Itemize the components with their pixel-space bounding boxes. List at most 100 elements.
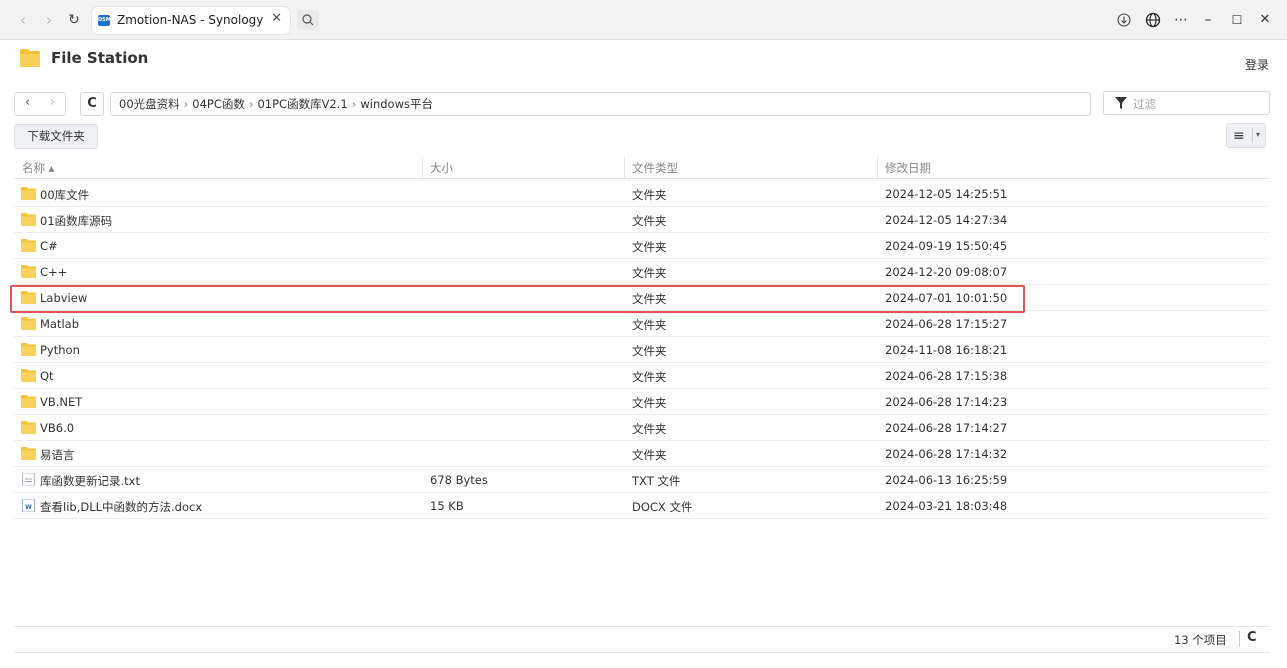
nav-forward-icon[interactable]: › <box>40 95 65 110</box>
folder-icon <box>21 369 36 382</box>
file-type: TXT 文件 <box>632 474 681 488</box>
file-name[interactable]: C++ <box>40 265 67 279</box>
table-row[interactable]: 库函数更新记录.txt 678 Bytes TXT 文件 2024-06-13 16:… <box>14 467 1270 493</box>
filter-placeholder: 过滤 <box>1133 97 1156 111</box>
breadcrumb-chevron-icon: › <box>248 97 254 111</box>
download-icon[interactable] <box>1113 10 1135 30</box>
login-link[interactable]: 登录 <box>1245 56 1269 73</box>
globe-icon[interactable] <box>1142 10 1164 30</box>
modified-date: 2024-07-01 10:01:50 <box>885 291 1008 305</box>
filter-icon <box>1115 97 1127 109</box>
file-size: 678 Bytes <box>430 473 488 487</box>
table-row[interactable]: 01函数库源码 文件夹 2024-12-05 14:27:34 <box>14 207 1270 233</box>
column-header-type[interactable]: 文件类型 <box>632 160 678 176</box>
breadcrumb-item[interactable]: 04PC函数 <box>192 97 245 111</box>
forward-icon[interactable]: › <box>40 11 58 29</box>
reload-icon[interactable]: ↻ <box>65 11 83 29</box>
file-type: 文件夹 <box>632 396 667 410</box>
modified-date: 2024-09-19 15:50:45 <box>885 239 1008 253</box>
tab-title: Zmotion-NAS - Synology N <box>117 13 267 27</box>
file-type: 文件夹 <box>632 292 667 306</box>
file-type: 文件夹 <box>632 240 667 254</box>
modified-date: 2024-06-28 17:14:27 <box>885 421 1008 435</box>
folder-icon <box>21 343 36 356</box>
column-header-name[interactable]: 名称 ▴ <box>22 160 54 176</box>
file-list: 00库文件 文件夹 2024-12-05 14:25:51 01函数库源码 文件夹 202… <box>14 181 1270 519</box>
search-icon <box>302 14 314 26</box>
table-row[interactable]: C++ 文件夹 2024-12-20 09:08:07 <box>14 259 1270 285</box>
download-folder-button[interactable]: 下载文件夹 <box>14 124 98 149</box>
footer-refresh-icon[interactable]: C <box>1247 630 1257 645</box>
file-name[interactable]: VB6.0 <box>40 421 74 435</box>
browser-titlebar: ‹ › ↻ DSM Zmotion-NAS - Synology N ✕ ⋯ –… <box>0 0 1287 40</box>
breadcrumb-item[interactable]: 01PC函数库V2.1 <box>257 97 347 111</box>
browser-tab[interactable]: DSM Zmotion-NAS - Synology N ✕ <box>92 7 290 34</box>
view-mode-button[interactable]: ≡ ▾ <box>1226 123 1266 148</box>
dsm-favicon-icon: DSM <box>98 15 111 26</box>
nav-back-icon[interactable]: ‹ <box>15 95 40 110</box>
file-type: 文件夹 <box>632 370 667 384</box>
modified-date: 2024-11-08 16:18:21 <box>885 343 1008 357</box>
file-name[interactable]: 库函数更新记录.txt <box>40 473 140 489</box>
column-divider[interactable] <box>877 157 878 179</box>
file-name[interactable]: Qt <box>40 369 54 383</box>
breadcrumb-item[interactable]: windows平台 <box>360 97 433 111</box>
column-header-size[interactable]: 大小 <box>430 160 453 176</box>
breadcrumb-chevron-icon: › <box>183 97 189 111</box>
maximize-icon[interactable]: ☐ <box>1226 10 1248 30</box>
file-name[interactable]: Matlab <box>40 317 79 331</box>
more-icon[interactable]: ⋯ <box>1170 10 1192 30</box>
file-size: 15 KB <box>430 499 464 513</box>
file-type: 文件夹 <box>632 318 667 332</box>
folder-icon <box>21 213 36 226</box>
word-file-icon: w <box>22 499 35 512</box>
back-icon[interactable]: ‹ <box>14 11 32 29</box>
table-row[interactable]: Matlab 文件夹 2024-06-28 17:15:27 <box>14 311 1270 337</box>
file-name[interactable]: C# <box>40 239 58 253</box>
file-type: 文件夹 <box>632 266 667 280</box>
column-divider[interactable] <box>624 157 625 179</box>
folder-icon <box>21 239 36 252</box>
modified-date: 2024-06-28 17:15:38 <box>885 369 1008 383</box>
folder-icon <box>21 447 36 460</box>
table-row[interactable]: w 查看lib,DLL中函数的方法.docx 15 KB DOCX 文件 2024-03… <box>14 493 1270 519</box>
modified-date: 2024-06-28 17:14:32 <box>885 447 1008 461</box>
folder-icon <box>21 187 36 200</box>
file-name[interactable]: 00库文件 <box>40 187 89 203</box>
column-divider[interactable] <box>422 157 423 179</box>
table-row[interactable]: 易语言 文件夹 2024-06-28 17:14:32 <box>14 441 1270 467</box>
file-station-icon <box>20 49 40 67</box>
table-row[interactable]: Qt 文件夹 2024-06-28 17:15:38 <box>14 363 1270 389</box>
file-type: 文件夹 <box>632 422 667 436</box>
file-name[interactable]: Python <box>40 343 80 357</box>
table-row[interactable]: VB.NET 文件夹 2024-06-28 17:14:23 <box>14 389 1270 415</box>
refresh-button[interactable]: C <box>80 92 104 116</box>
file-name[interactable]: VB.NET <box>40 395 82 409</box>
folder-icon <box>21 421 36 434</box>
file-name[interactable]: 易语言 <box>40 447 75 463</box>
table-row[interactable]: Labview 文件夹 2024-07-01 10:01:50 <box>14 285 1270 311</box>
file-name[interactable]: 查看lib,DLL中函数的方法.docx <box>40 499 202 515</box>
list-view-icon: ≡ <box>1233 128 1245 144</box>
footer-separator <box>1239 631 1240 647</box>
minimize-icon[interactable]: – <box>1197 10 1219 30</box>
history-nav: ‹ › <box>14 92 66 116</box>
table-row[interactable]: 00库文件 文件夹 2024-12-05 14:25:51 <box>14 181 1270 207</box>
modified-date: 2024-12-20 09:08:07 <box>885 265 1008 279</box>
filter-input[interactable]: 过滤 <box>1103 91 1270 115</box>
breadcrumb-item[interactable]: 00光盘资料 <box>119 97 180 111</box>
file-type: 文件夹 <box>632 448 667 462</box>
text-file-icon <box>22 473 35 486</box>
close-window-icon[interactable]: ✕ <box>1254 10 1276 30</box>
divider <box>1252 128 1253 143</box>
close-tab-icon[interactable]: ✕ <box>271 11 282 26</box>
file-name[interactable]: 01函数库源码 <box>40 213 112 229</box>
table-row[interactable]: Python 文件夹 2024-11-08 16:18:21 <box>14 337 1270 363</box>
table-row[interactable]: VB6.0 文件夹 2024-06-28 17:14:27 <box>14 415 1270 441</box>
table-row[interactable]: C# 文件夹 2024-09-19 15:50:45 <box>14 233 1270 259</box>
file-name[interactable]: Labview <box>40 291 87 305</box>
chevron-down-icon: ▾ <box>1256 130 1261 139</box>
column-header-date[interactable]: 修改日期 <box>885 160 931 176</box>
tab-search-button[interactable] <box>297 10 319 30</box>
modified-date: 2024-12-05 14:25:51 <box>885 187 1008 201</box>
